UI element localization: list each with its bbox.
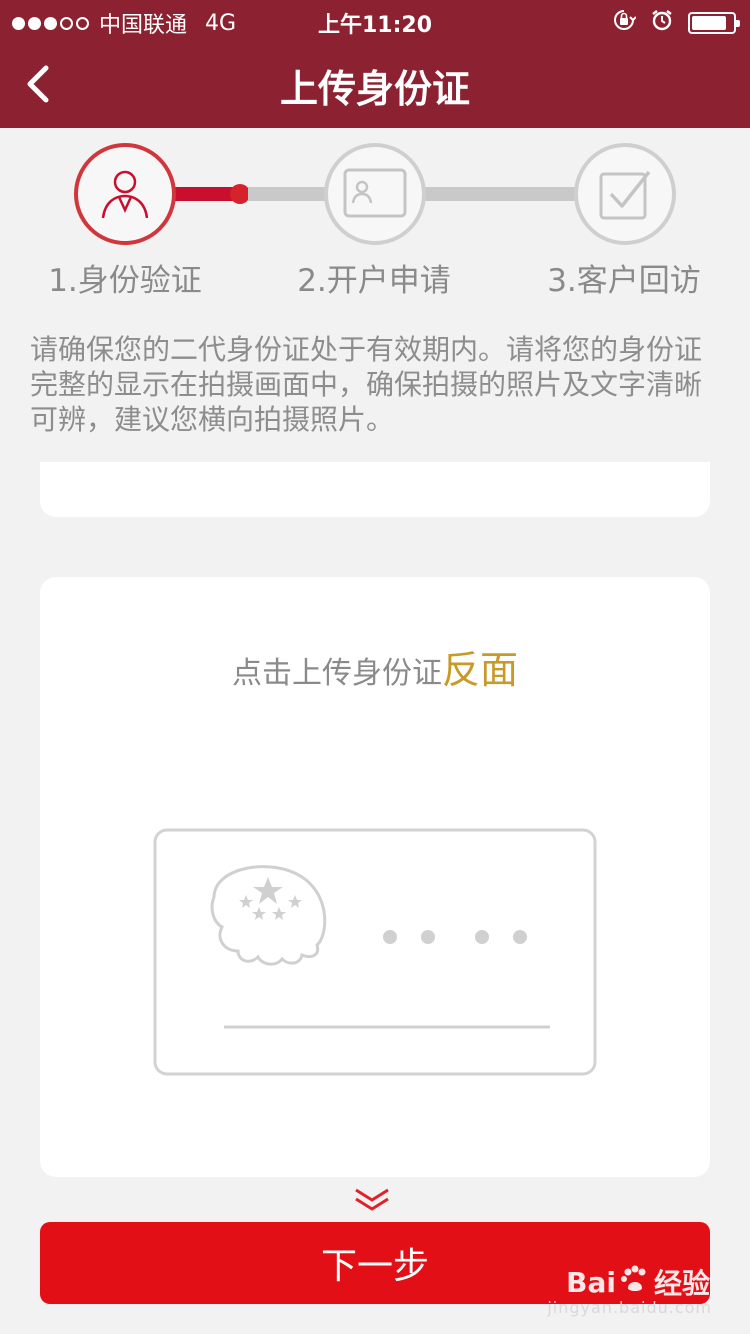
step-3-label: 3.客户回访 xyxy=(547,263,701,299)
id-card-icon xyxy=(343,168,407,218)
upload-back-prefix: 点击上传身份证 xyxy=(231,656,442,691)
checkbox-icon xyxy=(599,170,651,220)
navigation-bar: 中国联通 4G 上午11:20 上传身份证 xyxy=(0,0,750,128)
id-card-back-illustration xyxy=(152,827,598,1081)
paw-icon xyxy=(620,1264,650,1301)
step-connector-pending xyxy=(425,187,577,201)
step-progress-dot xyxy=(230,184,250,204)
double-chevron-down-icon xyxy=(352,1187,392,1217)
watermark-brand: Bai xyxy=(566,1265,616,1299)
status-bar: 中国联通 4G 上午11:20 xyxy=(0,0,750,40)
upload-front-card[interactable] xyxy=(40,462,710,517)
upload-back-highlight: 反面 xyxy=(441,648,518,692)
alarm-icon xyxy=(650,8,674,38)
rotation-lock-icon xyxy=(612,8,637,38)
step-connector-done xyxy=(175,187,237,201)
status-right xyxy=(612,8,740,38)
battery-icon xyxy=(688,12,740,34)
person-icon xyxy=(101,170,149,219)
instruction-text: 请确保您的二代身份证处于有效期内。请将您的身份证完整的显示在拍摄画面中，确保拍摄… xyxy=(30,333,703,436)
step-2-circle xyxy=(324,143,426,245)
upload-back-label: 点击上传身份证反面 xyxy=(40,639,710,694)
watermark-url: jingyan.baidu.com xyxy=(547,1298,712,1317)
upload-back-card[interactable]: 点击上传身份证反面 xyxy=(40,577,710,1177)
watermark-brand-suffix: 经验 xyxy=(653,1267,710,1300)
battery-level xyxy=(692,16,726,30)
page-title: 上传身份证 xyxy=(279,67,470,111)
baidu-jingyan-watermark: Bai 经验 xyxy=(566,1262,710,1302)
step-3-circle xyxy=(574,143,676,245)
step-1-circle xyxy=(74,143,176,245)
progress-steps: 1.身份验证 2.开户申请 3.客户回访 xyxy=(0,140,750,300)
step-1-label: 1.身份验证 xyxy=(48,263,202,299)
step-2-label: 2.开户申请 xyxy=(297,263,451,299)
step-connector-pending xyxy=(248,187,328,201)
